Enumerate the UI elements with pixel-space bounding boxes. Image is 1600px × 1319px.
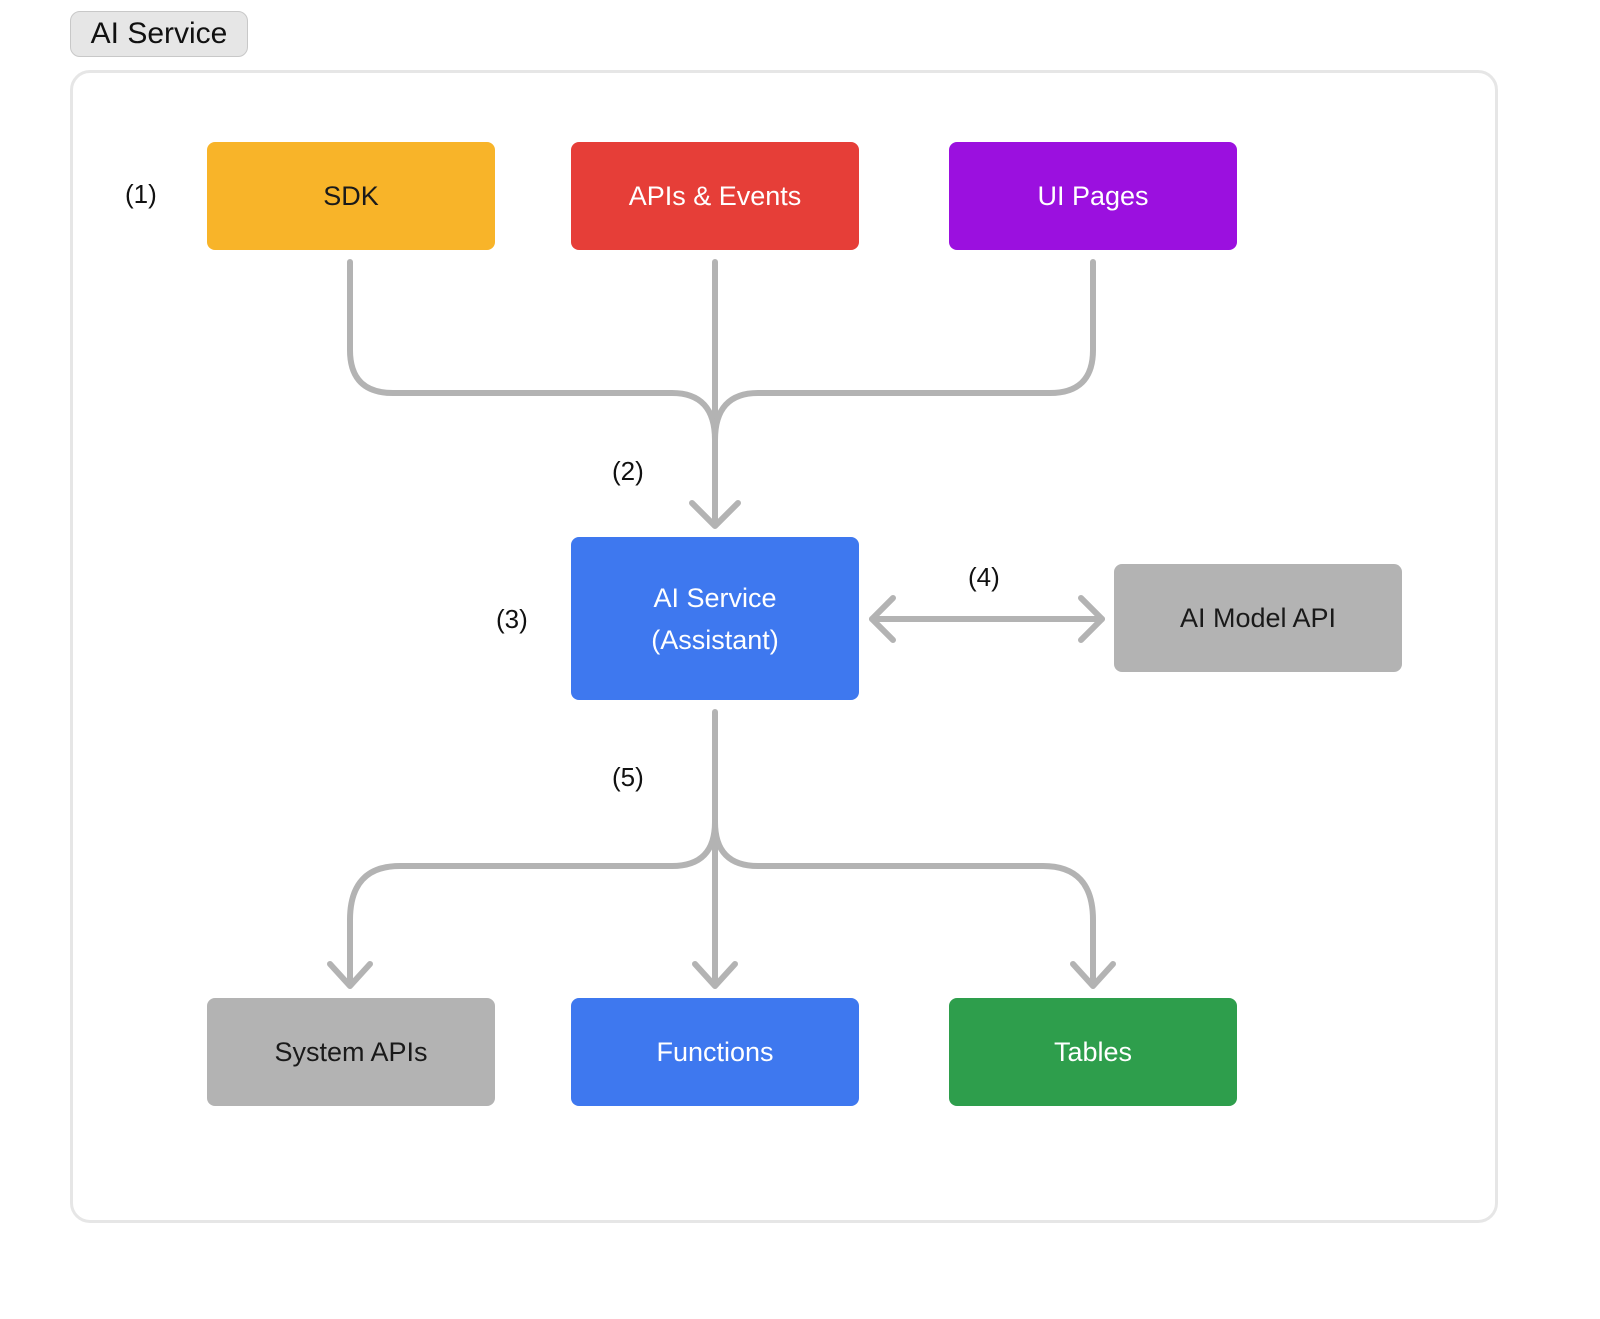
- node-apis-events[interactable]: APIs & Events: [571, 142, 859, 250]
- connector-to-system-apis: [347, 819, 718, 988]
- connector-sdk-to-ai-service: [347, 259, 718, 443]
- node-ui-pages-label: UI Pages: [1037, 181, 1149, 211]
- node-sdk[interactable]: SDK: [207, 142, 495, 250]
- node-ai-service-label-line2: (Assistant): [651, 624, 779, 655]
- node-ai-model-api[interactable]: AI Model API: [1114, 564, 1402, 672]
- node-system-apis[interactable]: System APIs: [207, 998, 495, 1106]
- node-apis-events-label: APIs & Events: [628, 181, 802, 211]
- node-ui-pages[interactable]: UI Pages: [949, 142, 1237, 250]
- step-label-1: (1): [125, 179, 157, 209]
- step-label-3: (3): [496, 604, 528, 634]
- node-sdk-label: SDK: [323, 181, 379, 211]
- step-label-5: (5): [612, 762, 644, 792]
- step-label-2: (2): [612, 456, 644, 486]
- node-ai-service[interactable]: AI Service (Assistant): [571, 537, 859, 700]
- connector-to-tables: [712, 819, 1096, 988]
- node-system-apis-label: System APIs: [274, 1037, 428, 1067]
- node-tables[interactable]: Tables: [949, 998, 1237, 1106]
- node-ai-service-label-line1: AI Service: [653, 582, 777, 613]
- connector-ui-pages-to-ai-service: [712, 259, 1096, 443]
- step-label-4: (4): [968, 562, 1000, 592]
- node-functions-label: Functions: [656, 1037, 774, 1067]
- node-ai-model-api-label: AI Model API: [1179, 603, 1337, 633]
- node-tables-label: Tables: [1053, 1037, 1133, 1067]
- node-functions[interactable]: Functions: [571, 998, 859, 1106]
